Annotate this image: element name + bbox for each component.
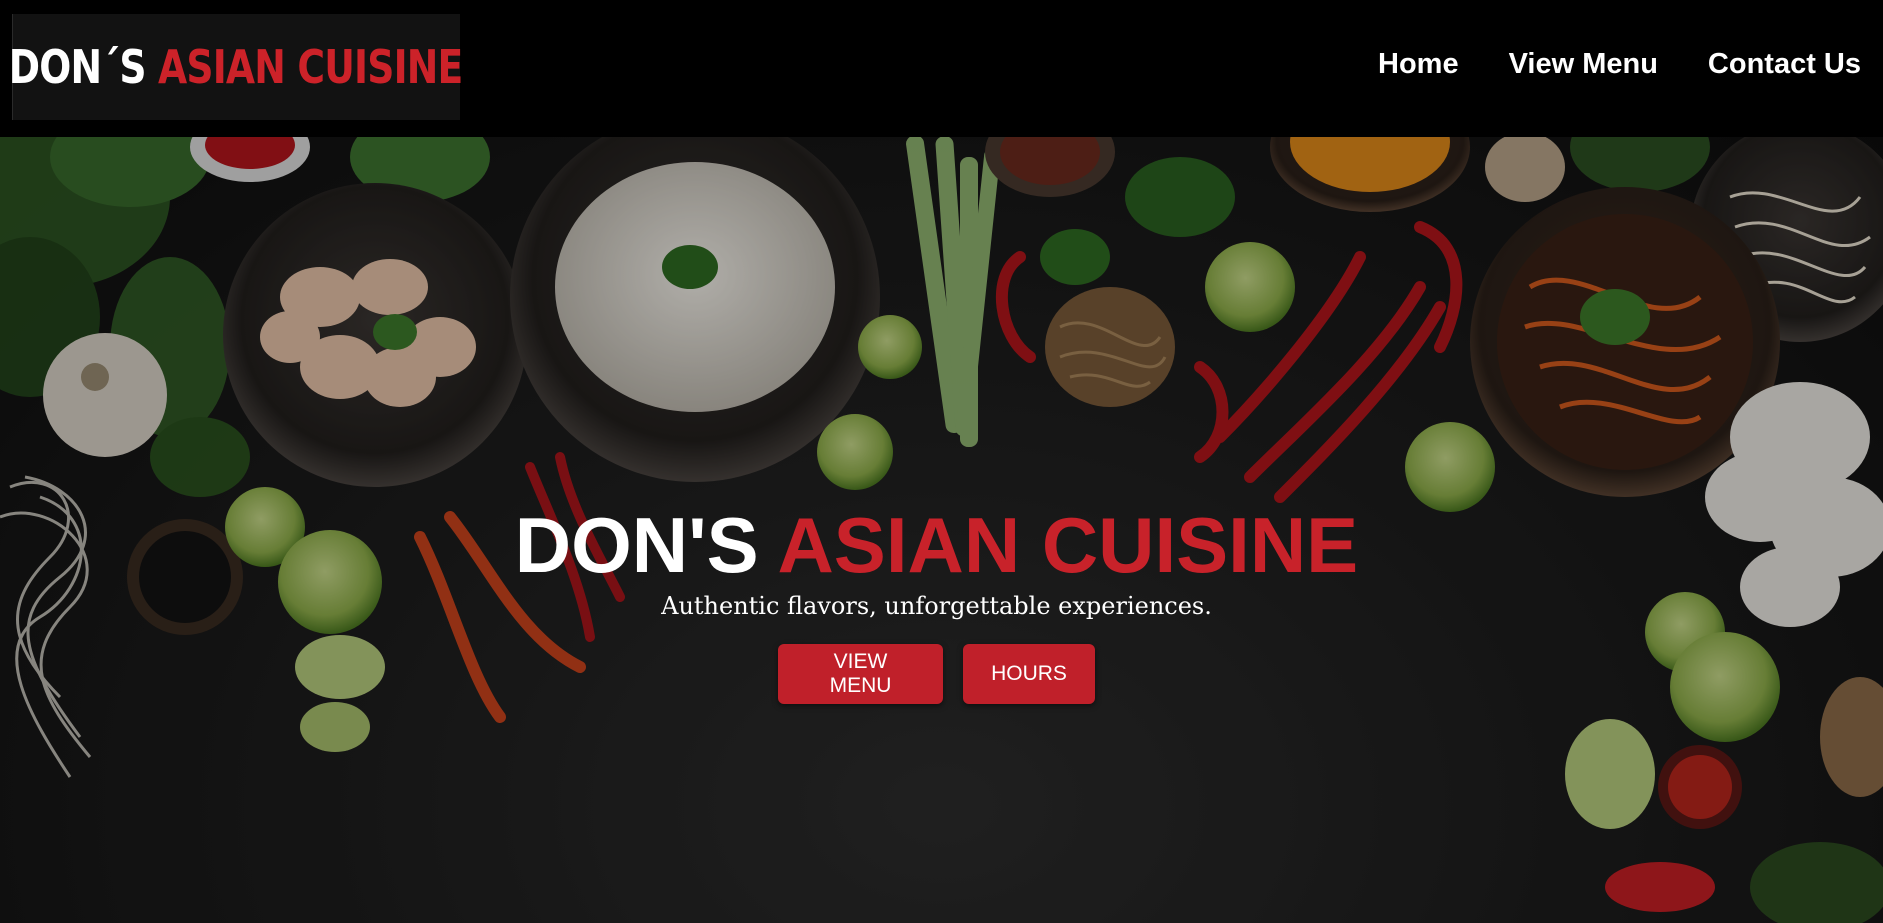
hero-section: DON'S ASIAN CUISINE Authentic flavors, u…	[0, 137, 1883, 923]
site-header: DON´S ASIAN CUISINE Home View Menu Conta…	[0, 0, 1883, 137]
view-menu-button[interactable]: VIEW MENU	[778, 644, 943, 704]
nav-contact-us-link[interactable]: Contact Us	[1708, 48, 1861, 81]
main-nav: Home View Menu Contact Us	[1378, 48, 1861, 81]
nav-view-menu-link[interactable]: View Menu	[1509, 48, 1658, 81]
hero-tagline: Authentic flavors, unforgettable experie…	[661, 592, 1212, 620]
hero-title-red: ASIAN CUISINE	[777, 501, 1359, 589]
hero-button-row: VIEW MENU HOURS	[0, 644, 1878, 704]
logo-text-white: DON´S	[9, 40, 147, 94]
nav-home-link[interactable]: Home	[1378, 48, 1459, 81]
hours-button[interactable]: HOURS	[963, 644, 1095, 704]
logo-text: DON´S ASIAN CUISINE	[9, 40, 464, 94]
page: DON´S ASIAN CUISINE Home View Menu Conta…	[0, 0, 1883, 923]
logo-text-red: ASIAN CUISINE	[158, 40, 463, 94]
hero-title: DON'S ASIAN CUISINE	[0, 502, 1878, 588]
hero-content: DON'S ASIAN CUISINE Authentic flavors, u…	[0, 502, 1883, 704]
site-logo[interactable]: DON´S ASIAN CUISINE	[9, 14, 464, 120]
hero-title-white: DON'S	[514, 501, 759, 589]
